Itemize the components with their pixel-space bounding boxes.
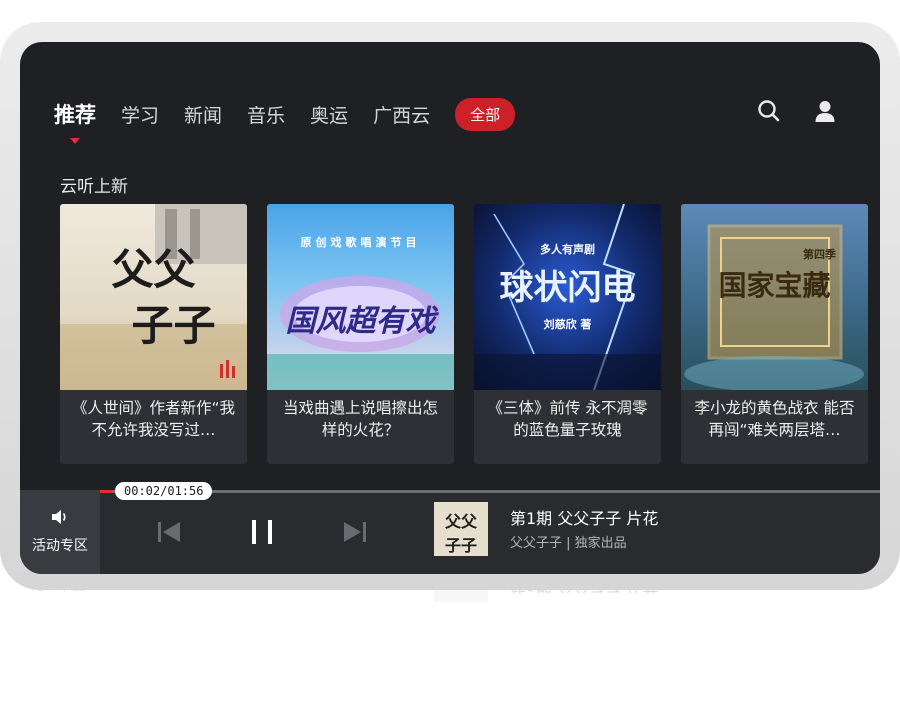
cover-title: 球状闪电 xyxy=(499,268,636,308)
cover-title: 父父 xyxy=(111,245,196,294)
reflection-fade xyxy=(0,590,900,703)
cover-badge: 多人有声剧 xyxy=(540,243,595,256)
activity-zone-button[interactable]: 活动专区 xyxy=(20,490,100,574)
content-card[interactable]: 父父 子子 《人世间》作者新作“我不允许我没写过… xyxy=(60,204,247,464)
speaker-icon xyxy=(51,509,69,529)
card-title: 《三体》前传 永不凋零的蓝色量子玫瑰 xyxy=(487,399,648,439)
previous-button[interactable] xyxy=(150,514,186,550)
cover-subtitle: 原创戏歌唱演节目 xyxy=(300,236,421,249)
pause-button[interactable] xyxy=(244,514,280,550)
top-nav: 推荐 学习 新闻 音乐 奥运 广西云 全部 xyxy=(54,97,516,144)
tab-recommend[interactable]: 推荐 xyxy=(54,99,96,144)
cover-author: 刘慈欣 著 xyxy=(543,318,592,331)
cover-image: 国家宝藏 第四季 xyxy=(681,204,868,390)
new-releases-list: 父父 子子 《人世间》作者新作“我不允许我没写过… 原创戏歌唱演节目 国风超有戏… xyxy=(60,204,868,464)
section-title: 云听上新 xyxy=(60,177,128,197)
top-actions xyxy=(756,98,838,124)
card-title: 《人世间》作者新作“我不允许我没写过… xyxy=(71,399,236,439)
search-icon[interactable] xyxy=(756,98,782,124)
tab-guangxi-cloud[interactable]: 广西云 xyxy=(373,101,430,128)
card-title: 当戏曲遇上说唱擦出怎样的火花？ xyxy=(282,399,438,439)
cover-image: 父父 子子 xyxy=(60,204,247,390)
app-screen: 推荐 学习 新闻 音乐 奥运 广西云 全部 云听上新 父父 子子 《人世间》作者… xyxy=(20,42,880,574)
all-categories-button[interactable]: 全部 xyxy=(455,97,516,131)
content-card[interactable]: 国家宝藏 第四季 李小龙的黄色战衣 能否再闯“难关两层塔… xyxy=(681,204,868,464)
screen-reflection: 活动专区 第1期 父父子子 片花 父父子子 | 独家出品 xyxy=(0,590,900,703)
card-title: 李小龙的黄色战衣 能否再闯“难关两层塔… xyxy=(694,399,855,439)
cover-title: 国家宝藏 xyxy=(718,269,831,302)
mini-player: 活动专区 00:02/01:56 父父 子子 第1期 父父子子 片花 父父子子 … xyxy=(20,482,880,574)
content-card[interactable]: 多人有声剧 球状闪电 刘慈欣 著 《三体》前传 永不凋零的蓝色量子玫瑰 xyxy=(474,204,661,464)
cover-image: 多人有声剧 球状闪电 刘慈欣 著 xyxy=(474,204,661,390)
content-card[interactable]: 原创戏歌唱演节目 国风超有戏 当戏曲遇上说唱擦出怎样的火花？ xyxy=(267,204,454,464)
track-subtitle: 父父子子 | 独家出品 xyxy=(510,536,627,551)
cover-title: 子子 xyxy=(131,301,216,350)
user-icon[interactable] xyxy=(812,98,838,124)
cover-subtitle: 第四季 xyxy=(803,248,836,261)
cover-title: 国风超有戏 xyxy=(285,304,436,339)
track-thumbnail[interactable]: 父父 子子 xyxy=(434,502,488,556)
time-display: 00:02/01:56 xyxy=(115,482,213,500)
tab-music[interactable]: 音乐 xyxy=(247,101,285,128)
thumb-title: 子子 xyxy=(444,536,477,555)
cover-image: 原创戏歌唱演节目 国风超有戏 xyxy=(267,204,454,390)
thumb-title: 父父 xyxy=(444,512,477,531)
progress-bar[interactable] xyxy=(100,490,880,493)
activity-zone-label: 活动专区 xyxy=(32,538,88,554)
progress-fill xyxy=(100,490,114,493)
next-button[interactable] xyxy=(338,514,374,550)
tab-news[interactable]: 新闻 xyxy=(184,101,222,128)
track-title: 第1期 父父子子 片花 xyxy=(510,509,659,528)
tab-olympics[interactable]: 奥运 xyxy=(310,101,348,128)
tab-study[interactable]: 学习 xyxy=(121,101,159,128)
